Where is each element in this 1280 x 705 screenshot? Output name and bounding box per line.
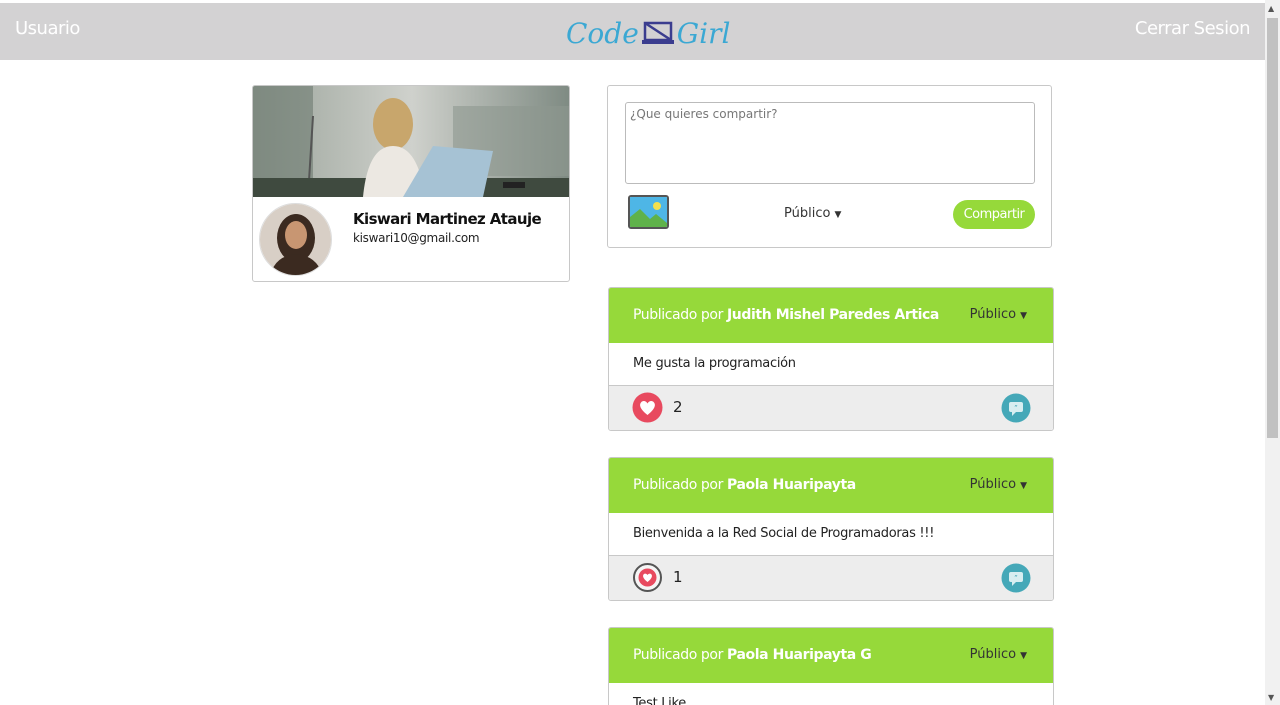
post-card: Publicado por Paola Huaripayta Público ▼ … [608,457,1054,601]
codegirl-logo[interactable]: Code Girl [566,13,730,53]
privacy-dropdown[interactable]: Público ▼ [784,206,841,221]
caret-down-icon: ▼ [1020,311,1027,321]
post-body: Me gusta la programación [609,343,1053,386]
scroll-down-arrow-icon[interactable]: ▼ [1268,693,1274,702]
post-footer: 2 ” [609,386,1053,430]
scroll-up-arrow-icon[interactable]: ▲ [1268,4,1274,13]
post-privacy-label: Público [969,477,1017,492]
post-privacy-dropdown[interactable]: Público ▼ [970,307,1027,322]
post-author[interactable]: Paola Huaripayta [727,477,856,493]
post-prefix: Publicado por [633,647,723,663]
post-author-line: Publicado por Judith Mishel Paredes Arti… [633,307,939,323]
post-body: Test Like [609,683,1053,705]
privacy-label: Público [784,206,831,221]
logo-text-left: Code [566,16,639,50]
profile-card: Kiswari Martinez Atauje kiswari10@gmail.… [252,85,570,282]
post-header: Publicado por Judith Mishel Paredes Arti… [609,288,1053,343]
profile-cover-image [253,86,569,197]
caret-down-icon: ▼ [1020,651,1027,661]
caret-down-icon: ▼ [834,210,842,220]
post-card: Publicado por Paola Huaripayta G Público… [608,627,1054,705]
post-author[interactable]: Judith Mishel Paredes Artica [727,307,939,323]
post-header: Publicado por Paola Huaripayta G Público… [609,628,1053,683]
profile-avatar[interactable] [259,203,332,276]
caret-down-icon: ▼ [1020,481,1027,491]
laptop-icon [641,21,674,44]
like-count: 2 [673,398,683,416]
scrollbar-thumb[interactable] [1267,18,1278,438]
comment-icon[interactable]: ” [1001,393,1031,423]
post-text: Bienvenida a la Red Social de Programado… [633,526,935,541]
image-upload-button[interactable] [628,195,669,229]
svg-text:”: ” [1014,404,1018,412]
post-author[interactable]: Paola Huaripayta G [727,647,872,663]
post-card: Publicado por Judith Mishel Paredes Arti… [608,287,1054,431]
post-privacy-label: Público [969,647,1017,662]
post-privacy-dropdown[interactable]: Público ▼ [970,647,1027,662]
share-textarea[interactable] [625,102,1035,184]
heart-icon[interactable] [632,392,663,423]
post-prefix: Publicado por [633,477,723,493]
svg-text:”: ” [1014,574,1018,582]
logout-link[interactable]: Cerrar Sesion [1135,18,1251,39]
post-author-line: Publicado por Paola Huaripayta [633,477,856,493]
profile-email: kiswari10@gmail.com [353,231,480,245]
post-header: Publicado por Paola Huaripayta Público ▼ [609,458,1053,513]
post-footer: 1 ” [609,556,1053,600]
comment-icon[interactable]: ” [1001,563,1031,593]
post-composer: Público▼ Compartir [607,85,1052,248]
page-scrollbar[interactable]: ▲ ▼ [1265,0,1280,705]
top-navbar: Usuario Code Girl Cerrar Sesion [0,3,1265,60]
user-link[interactable]: Usuario [15,18,80,39]
post-text: Test Like [633,696,686,705]
post-privacy-label: Público [969,307,1017,322]
heart-outline-icon[interactable] [632,562,663,593]
post-author-line: Publicado por Paola Huaripayta G [633,647,872,663]
post-prefix: Publicado por [633,307,723,323]
image-icon [630,197,667,227]
logo-text-right: Girl [676,16,731,50]
post-text: Me gusta la programación [633,356,796,371]
profile-name: Kiswari Martinez Atauje [353,210,542,228]
share-button[interactable]: Compartir [953,200,1035,229]
like-count: 1 [673,568,683,586]
post-body: Bienvenida a la Red Social de Programado… [609,513,1053,556]
post-privacy-dropdown[interactable]: Público ▼ [970,477,1027,492]
